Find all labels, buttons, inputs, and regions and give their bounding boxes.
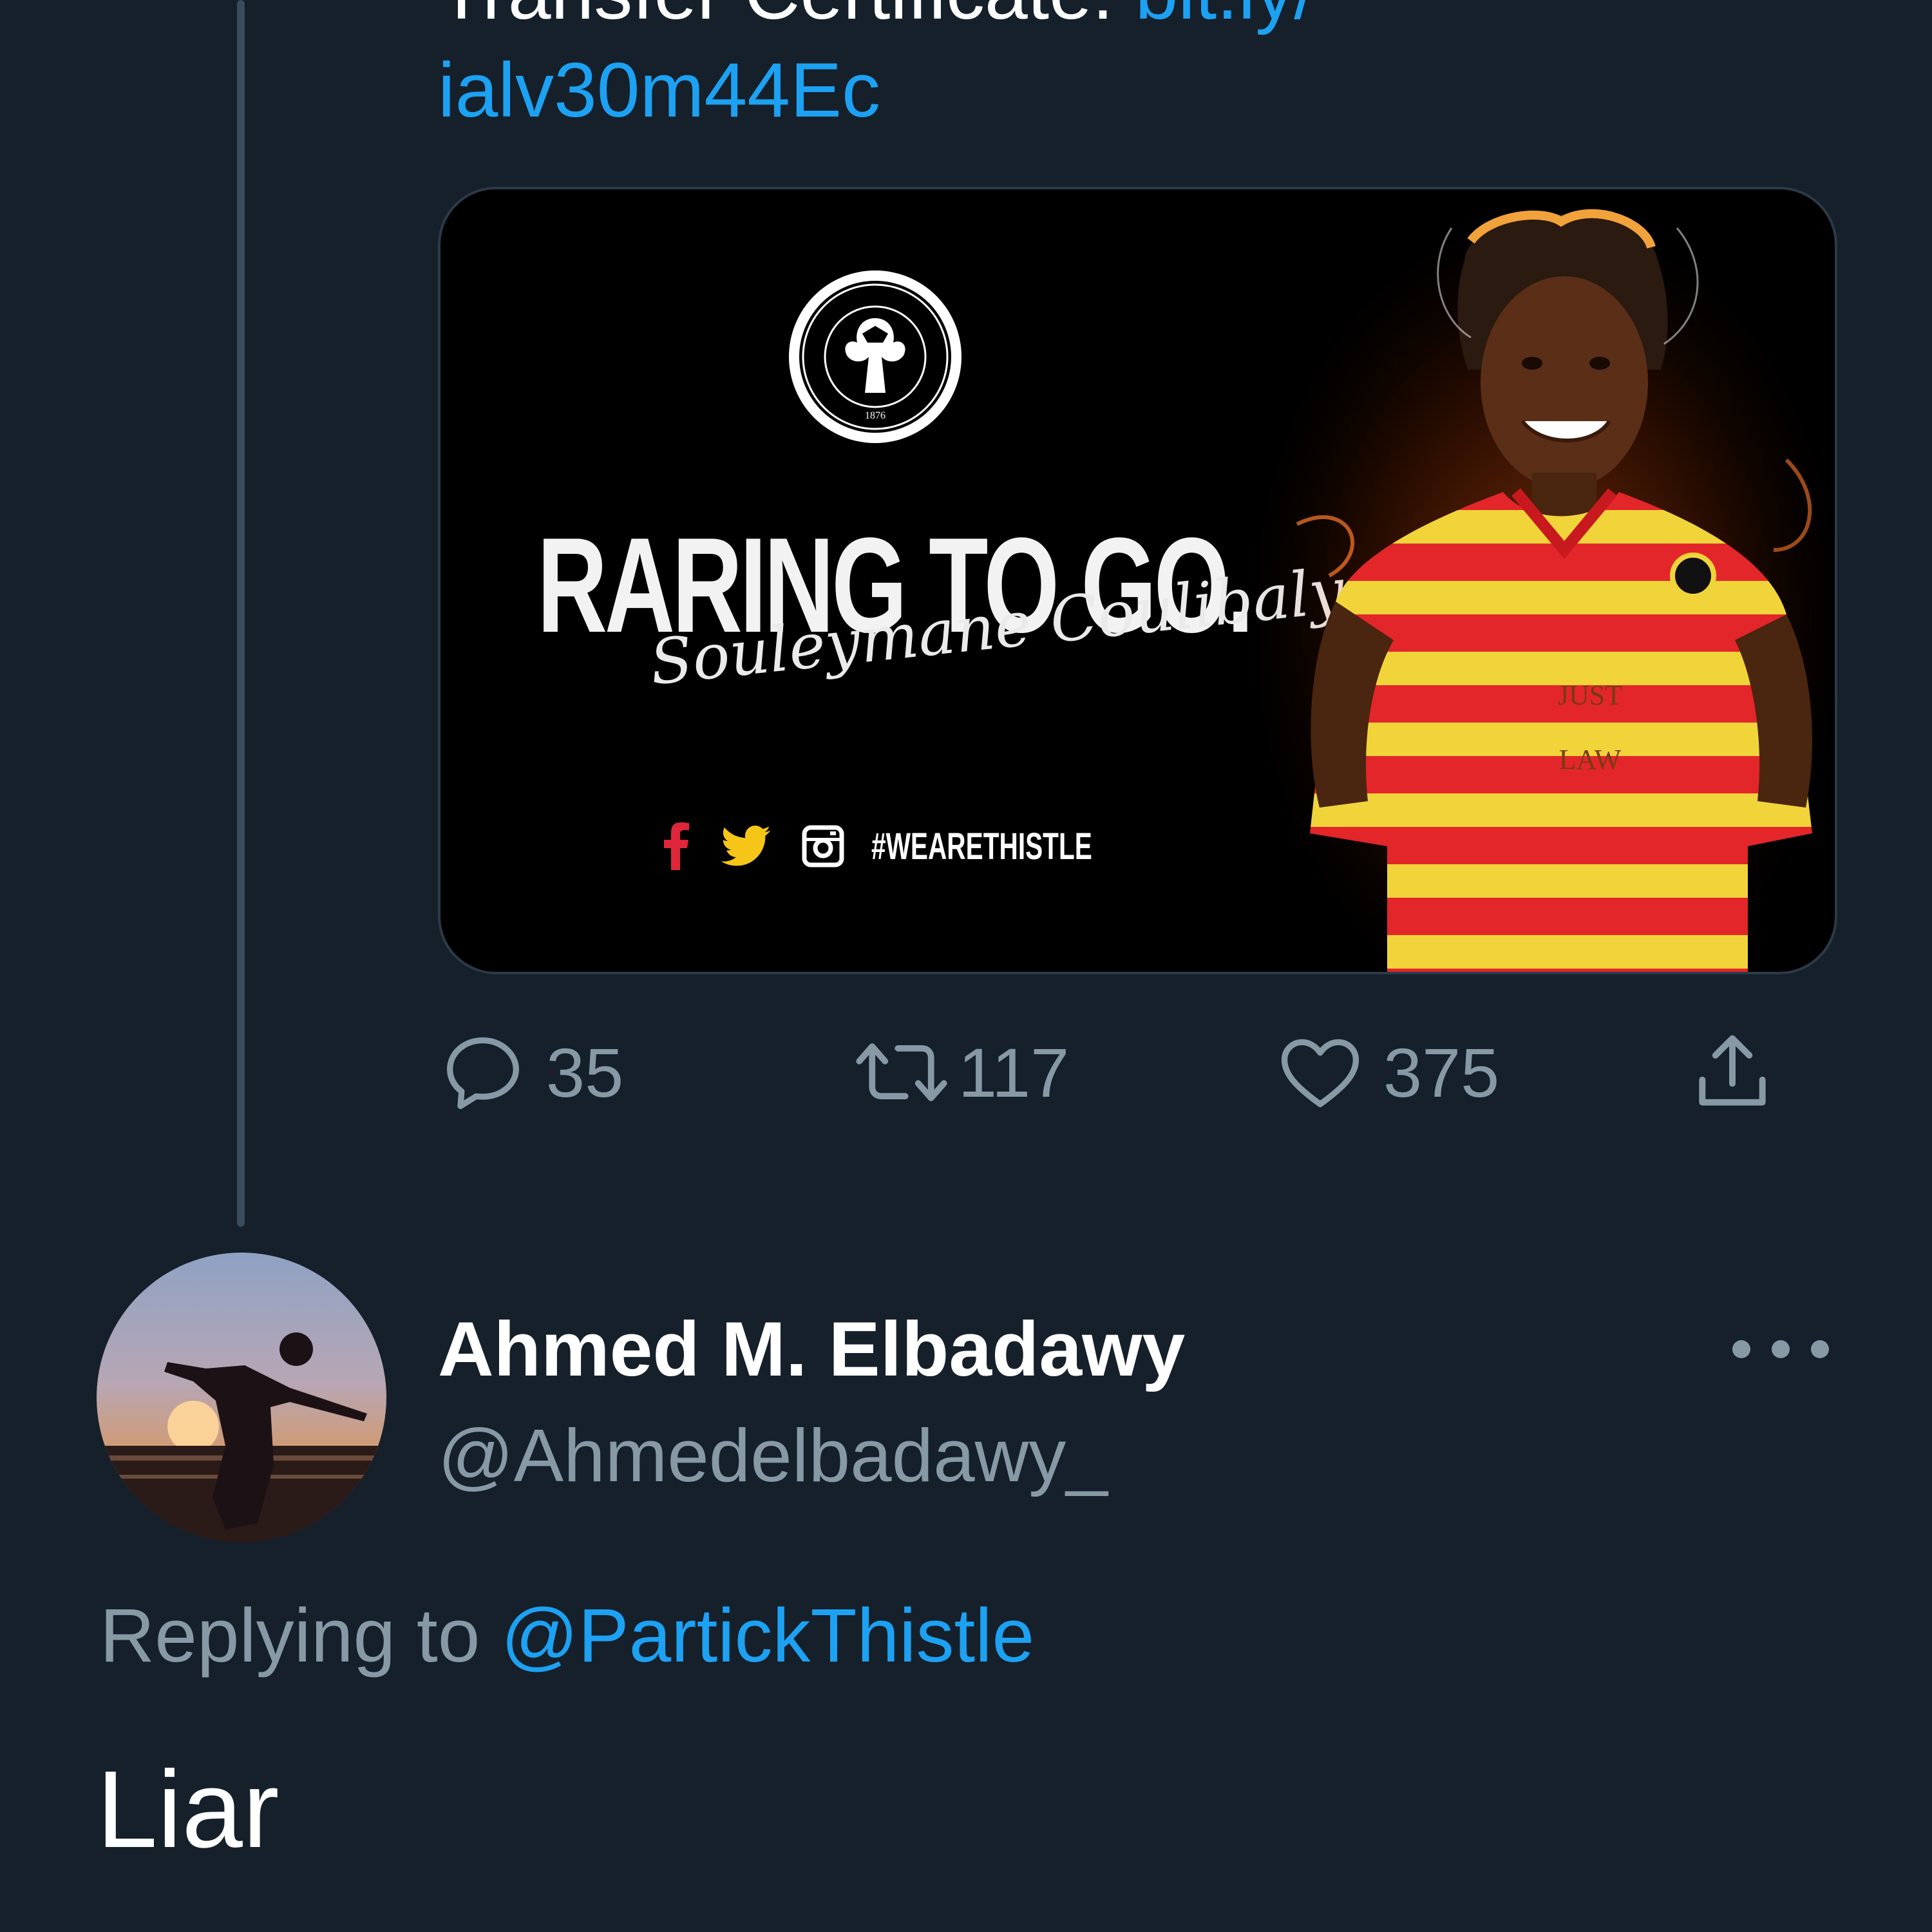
- svg-text:1876: 1876: [865, 410, 886, 421]
- heart-icon: [1281, 1039, 1359, 1108]
- like-count: 375: [1383, 1033, 1500, 1112]
- social-icons-row: #WEARETHISTLE: [663, 817, 1187, 875]
- share-button[interactable]: [1687, 1024, 1777, 1121]
- more-dot: [1811, 1340, 1829, 1358]
- retweet-icon: [856, 1043, 947, 1101]
- tweet-text-partial: Transfer Certificate. bit.ly/: [438, 0, 1316, 37]
- facebook-icon: [663, 822, 690, 870]
- reply-button[interactable]: 35: [438, 1024, 623, 1121]
- more-dot: [1732, 1340, 1750, 1358]
- reply-count: 35: [546, 1033, 624, 1112]
- more-dot: [1772, 1340, 1790, 1358]
- like-button[interactable]: 375: [1275, 1024, 1499, 1121]
- replying-to-mention[interactable]: @PartickThistle: [501, 1593, 1034, 1678]
- tweet-thread-view: Transfer Certificate. bit.ly/ ialv30m44E…: [0, 0, 1932, 1932]
- tweet-media-image[interactable]: 1876 RARING TO GO. Souleymane Coulibaly …: [438, 187, 1837, 974]
- avatar-photo: [97, 1253, 386, 1542]
- display-name[interactable]: Ahmed M. Elbadawy: [438, 1304, 1185, 1394]
- replying-to-label: Replying to: [100, 1593, 502, 1678]
- more-options-button[interactable]: [1732, 1327, 1829, 1372]
- avatar[interactable]: [97, 1253, 386, 1542]
- instagram-icon: [802, 825, 844, 867]
- replying-to-line: Replying to @PartickThistle: [100, 1591, 1034, 1681]
- tweet-text-fragment: Transfer Certificate.: [438, 0, 1113, 35]
- tweet-text: Liar: [97, 1748, 279, 1871]
- twitter-icon: [721, 826, 771, 867]
- user-handle[interactable]: @Ahmedelbadawy_: [438, 1410, 1108, 1501]
- retweet-button[interactable]: 117: [850, 1024, 1069, 1121]
- tweet-link[interactable]: ialv30m44Ec: [438, 45, 880, 135]
- reply-icon: [447, 1037, 519, 1110]
- hashtag-label: #WEARETHISTLE: [871, 825, 1092, 867]
- thread-connector-line: [237, 0, 245, 1227]
- club-crest-logo: 1876: [789, 270, 961, 443]
- tweet-action-bar: 35 117 375: [438, 1024, 1803, 1121]
- svg-text:LAW: LAW: [1559, 744, 1622, 775]
- svg-text:JUST: JUST: [1558, 679, 1622, 711]
- tweet-link-start[interactable]: bit.ly/: [1135, 0, 1316, 35]
- share-icon: [1699, 1035, 1766, 1106]
- retweet-count: 117: [958, 1033, 1070, 1112]
- player-photo: JUST LAW: [1258, 189, 1835, 972]
